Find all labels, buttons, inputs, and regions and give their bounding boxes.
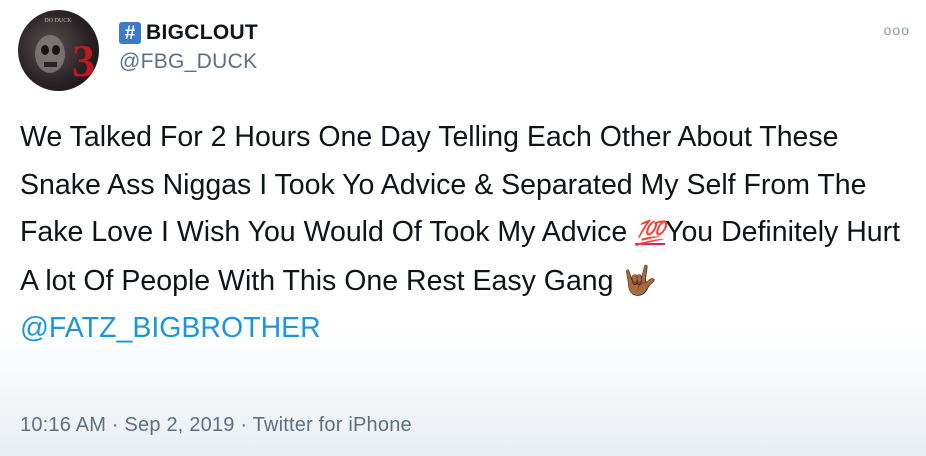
avatar-caption: DO DUCK (44, 18, 72, 24)
tweet-time[interactable]: 10:16 AM (20, 414, 106, 436)
tweet-meta: 10:16 AM · Sep 2, 2019 · Twitter for iPh… (20, 414, 412, 437)
avatar-numeral: 3 (72, 35, 95, 86)
hashtag-badge-icon: # (119, 22, 141, 44)
tweet-date[interactable]: Sep 2, 2019 (125, 414, 235, 436)
display-name-row[interactable]: # BIGCLOUT (119, 18, 258, 48)
more-options-icon[interactable]: ooo (884, 22, 910, 38)
user-info[interactable]: # BIGCLOUT @FBG_DUCK (119, 18, 258, 74)
separator-dot: · (240, 414, 253, 436)
avatar-image: DO DUCK 3 (35, 18, 95, 86)
user-handle[interactable]: @FBG_DUCK (119, 50, 258, 74)
hundred-points-emoji: 💯 (635, 220, 666, 247)
avatar[interactable]: DO DUCK 3 (18, 10, 99, 91)
display-name[interactable]: BIGCLOUT (146, 21, 258, 45)
separator-dot: · (111, 414, 125, 436)
tweet-text: We Talked For 2 Hours One Day Telling Ea… (20, 114, 910, 353)
love-you-hand-emoji: 🤟🏾 (621, 264, 657, 297)
tweet-source[interactable]: Twitter for iPhone (253, 414, 412, 436)
mention-link[interactable]: @FATZ_BIGBROTHER (20, 312, 321, 344)
